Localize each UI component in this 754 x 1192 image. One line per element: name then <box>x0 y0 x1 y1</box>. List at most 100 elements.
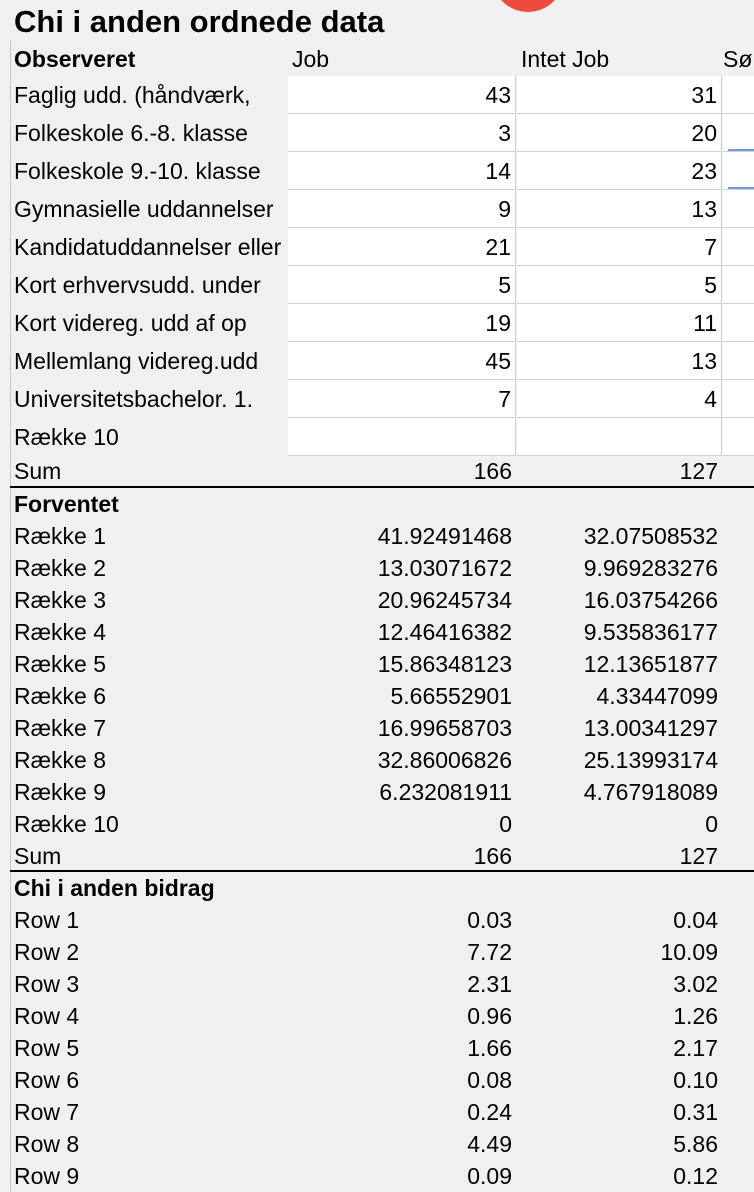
cell-intet-job[interactable]: 13.00341297 <box>517 712 722 744</box>
row-label[interactable]: Række 9 <box>14 776 287 808</box>
cell-job[interactable]: 41.92491468 <box>288 520 516 552</box>
cell-truncated-column[interactable] <box>723 76 754 114</box>
row-label[interactable]: Række 3 <box>14 584 287 616</box>
row-label[interactable]: Sum <box>14 840 287 872</box>
cell-job[interactable]: 5 <box>288 266 516 304</box>
cell-intet-job[interactable]: 0 <box>517 808 722 840</box>
cell-job[interactable]: 3 <box>288 114 516 152</box>
row-label[interactable]: Universitetsbachelor. 1. <box>14 380 287 418</box>
cell-intet-job[interactable]: 11 <box>517 304 722 342</box>
cell-job[interactable]: 1.66 <box>288 1032 516 1064</box>
row-label[interactable]: Række 10 <box>14 808 287 840</box>
column-header-job[interactable]: Job <box>288 42 516 76</box>
row-label[interactable]: Row 5 <box>14 1032 287 1064</box>
cell-intet-job[interactable] <box>517 418 722 456</box>
row-label[interactable]: Sum <box>14 455 287 487</box>
column-header-truncated[interactable]: Sø <box>723 42 754 76</box>
cell-job[interactable]: 15.86348123 <box>288 648 516 680</box>
cell-intet-job[interactable]: 1.26 <box>517 1000 722 1032</box>
cell-intet-job[interactable]: 9.969283276 <box>517 552 722 584</box>
row-label[interactable]: Row 2 <box>14 936 287 968</box>
cell-intet-job[interactable]: 31 <box>517 76 722 114</box>
cell-job[interactable]: 0.96 <box>288 1000 516 1032</box>
row-label[interactable]: Row 1 <box>14 904 287 936</box>
cell-intet-job[interactable]: 0.12 <box>517 1160 722 1192</box>
cell-intet-job[interactable]: 5 <box>517 266 722 304</box>
cell-intet-job[interactable]: 0.10 <box>517 1064 722 1096</box>
row-label[interactable]: Række 4 <box>14 616 287 648</box>
cell-intet-job[interactable]: 9.535836177 <box>517 616 722 648</box>
cell-job[interactable]: 43 <box>288 76 516 114</box>
row-label[interactable]: Faglig udd. (håndværk, <box>14 76 287 114</box>
cell-truncated-column[interactable] <box>723 114 754 152</box>
cell-intet-job[interactable]: 4.33447099 <box>517 680 722 712</box>
cell-job[interactable]: 45 <box>288 342 516 380</box>
cell-job[interactable]: 0.09 <box>288 1160 516 1192</box>
cell-job[interactable]: 20.96245734 <box>288 584 516 616</box>
row-label[interactable]: Række 1 <box>14 520 287 552</box>
sum-value-intet-job[interactable]: 127 <box>517 455 722 487</box>
sum-value-job[interactable]: 166 <box>288 840 516 872</box>
cell-truncated-column[interactable] <box>723 266 754 304</box>
cell-job[interactable]: 21 <box>288 228 516 266</box>
cell-intet-job[interactable]: 16.03754266 <box>517 584 722 616</box>
cell-job[interactable]: 4.49 <box>288 1128 516 1160</box>
cell-job[interactable]: 0.08 <box>288 1064 516 1096</box>
cell-truncated-column[interactable] <box>723 152 754 190</box>
cell-intet-job[interactable]: 4.767918089 <box>517 776 722 808</box>
row-label[interactable]: Gymnasielle uddannelser <box>14 190 287 228</box>
row-label[interactable]: Kort erhvervsudd. under <box>14 266 287 304</box>
cell-intet-job[interactable]: 0.31 <box>517 1096 722 1128</box>
cell-intet-job[interactable]: 13 <box>517 190 722 228</box>
row-label[interactable]: Række 5 <box>14 648 287 680</box>
cell-truncated-column[interactable] <box>723 190 754 228</box>
cell-intet-job[interactable]: 20 <box>517 114 722 152</box>
row-label[interactable]: Row 7 <box>14 1096 287 1128</box>
cell-job[interactable]: 13.03071672 <box>288 552 516 584</box>
row-label[interactable]: Kandidatuddannelser eller <box>14 228 287 266</box>
expected-header-label[interactable]: Forventet <box>14 488 287 520</box>
cell-job[interactable]: 0 <box>288 808 516 840</box>
cell-intet-job[interactable]: 3.02 <box>517 968 722 1000</box>
sum-value-job[interactable]: 166 <box>288 455 516 487</box>
cell-intet-job[interactable]: 13 <box>517 342 722 380</box>
cell-truncated-column[interactable] <box>723 304 754 342</box>
cell-job[interactable]: 6.232081911 <box>288 776 516 808</box>
row-label[interactable]: Row 4 <box>14 1000 287 1032</box>
row-label[interactable]: Række 6 <box>14 680 287 712</box>
cell-job[interactable]: 5.66552901 <box>288 680 516 712</box>
cell-truncated-column[interactable] <box>723 418 754 456</box>
cell-intet-job[interactable]: 4 <box>517 380 722 418</box>
cell-intet-job[interactable]: 5.86 <box>517 1128 722 1160</box>
cell-job[interactable]: 9 <box>288 190 516 228</box>
row-label[interactable]: Række 10 <box>14 418 287 456</box>
cell-intet-job[interactable]: 7 <box>517 228 722 266</box>
cell-intet-job[interactable]: 23 <box>517 152 722 190</box>
row-label[interactable]: Mellemlang videreg.udd <box>14 342 287 380</box>
cell-truncated-column[interactable] <box>723 342 754 380</box>
row-label[interactable]: Række 8 <box>14 744 287 776</box>
cell-intet-job[interactable]: 25.13993174 <box>517 744 722 776</box>
row-label[interactable]: Row 8 <box>14 1128 287 1160</box>
cell-job[interactable] <box>288 418 516 456</box>
row-label[interactable]: Row 9 <box>14 1160 287 1192</box>
cell-job[interactable]: 12.46416382 <box>288 616 516 648</box>
sum-value-intet-job[interactable]: 127 <box>517 840 722 872</box>
cell-job[interactable]: 14 <box>288 152 516 190</box>
cell-job[interactable]: 7 <box>288 380 516 418</box>
cell-intet-job[interactable]: 12.13651877 <box>517 648 722 680</box>
cell-truncated-column[interactable] <box>723 380 754 418</box>
row-label[interactable]: Folkeskole 6.-8. klasse <box>14 114 287 152</box>
row-label[interactable]: Row 6 <box>14 1064 287 1096</box>
contribution-header-label[interactable]: Chi i anden bidrag <box>14 872 287 904</box>
cell-intet-job[interactable]: 10.09 <box>517 936 722 968</box>
cell-job[interactable]: 0.03 <box>288 904 516 936</box>
cell-intet-job[interactable]: 2.17 <box>517 1032 722 1064</box>
cell-job[interactable]: 0.24 <box>288 1096 516 1128</box>
cell-intet-job[interactable]: 32.07508532 <box>517 520 722 552</box>
column-header-intet-job[interactable]: Intet Job <box>517 42 722 76</box>
row-label[interactable]: Row 3 <box>14 968 287 1000</box>
row-label[interactable]: Række 7 <box>14 712 287 744</box>
cell-job[interactable]: 2.31 <box>288 968 516 1000</box>
cell-job[interactable]: 7.72 <box>288 936 516 968</box>
